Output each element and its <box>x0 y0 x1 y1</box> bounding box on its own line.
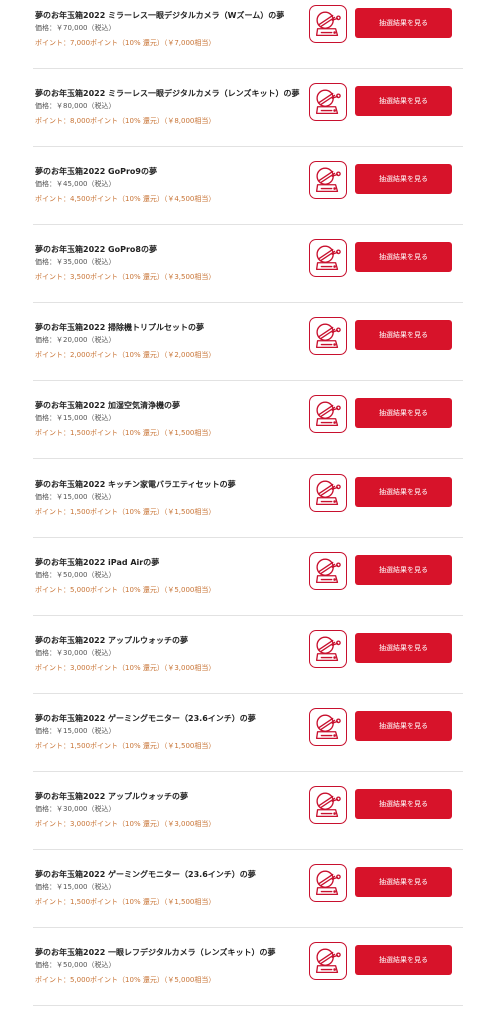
view-lottery-result-button[interactable]: 抽選結果を見る <box>355 320 452 350</box>
product-title: 夢のお年玉箱2022 GoPro8の夢 <box>35 245 157 254</box>
divider <box>33 146 463 147</box>
product-title: 夢のお年玉箱2022 一眼レフデジタルカメラ（レンズキット）の夢 <box>35 948 276 957</box>
view-lottery-result-button[interactable]: 抽選結果を見る <box>355 164 452 194</box>
divider <box>33 380 463 381</box>
lottery-machine-icon <box>309 239 347 277</box>
lottery-machine-icon <box>309 161 347 199</box>
lottery-machine-icon <box>309 864 347 902</box>
lottery-machine-icon <box>309 5 347 43</box>
product-price: 価格：￥15,000（税込） <box>35 414 116 422</box>
product-points: ポイント：1,500ポイント（10% 還元）（￥1,500相当） <box>35 898 216 906</box>
divider <box>33 693 463 694</box>
view-lottery-result-button[interactable]: 抽選結果を見る <box>355 555 452 585</box>
product-price: 価格：￥15,000（税込） <box>35 883 116 891</box>
divider <box>33 927 463 928</box>
product-points: ポイント：1,500ポイント（10% 還元）（￥1,500相当） <box>35 508 216 516</box>
product-title: 夢のお年玉箱2022 ミラーレス一眼デジタルカメラ（レンズキット）の夢 <box>35 89 300 98</box>
divider <box>33 537 463 538</box>
product-price: 価格：￥50,000（税込） <box>35 961 116 969</box>
product-title: 夢のお年玉箱2022 アップルウォッチの夢 <box>35 636 189 645</box>
product-price: 価格：￥15,000（税込） <box>35 493 116 501</box>
product-price: 価格：￥45,000（税込） <box>35 180 116 188</box>
lottery-machine-icon <box>309 630 347 668</box>
product-points: ポイント：3,000ポイント（10% 還元）（￥3,000相当） <box>35 664 216 672</box>
lottery-result-list: 夢のお年玉箱2022 ミラーレス一眼デジタルカメラ（Wズーム）の夢 価格：￥70… <box>0 0 494 1024</box>
product-title: 夢のお年玉箱2022 キッチン家電バラエティセットの夢 <box>35 480 236 489</box>
product-title: 夢のお年玉箱2022 iPad Airの夢 <box>35 558 160 567</box>
view-lottery-result-button[interactable]: 抽選結果を見る <box>355 86 452 116</box>
lottery-machine-icon <box>309 83 347 121</box>
view-lottery-result-button[interactable]: 抽選結果を見る <box>355 711 452 741</box>
product-price: 価格：￥50,000（税込） <box>35 571 116 579</box>
product-price: 価格：￥80,000（税込） <box>35 102 116 110</box>
product-price: 価格：￥35,000（税込） <box>35 258 116 266</box>
divider <box>33 615 463 616</box>
product-points: ポイント：4,500ポイント（10% 還元）（￥4,500相当） <box>35 195 216 203</box>
view-lottery-result-button[interactable]: 抽選結果を見る <box>355 867 452 897</box>
product-points: ポイント：8,000ポイント（10% 還元）（￥8,000相当） <box>35 117 216 125</box>
product-points: ポイント：7,000ポイント（10% 還元）（￥7,000相当） <box>35 39 216 47</box>
product-points: ポイント：5,000ポイント（10% 還元）（￥5,000相当） <box>35 586 216 594</box>
lottery-machine-icon <box>309 552 347 590</box>
product-title: 夢のお年玉箱2022 アップルウォッチの夢 <box>35 792 189 801</box>
view-lottery-result-button[interactable]: 抽選結果を見る <box>355 398 452 428</box>
product-title: 夢のお年玉箱2022 GoPro9の夢 <box>35 167 157 176</box>
divider <box>33 68 463 69</box>
divider <box>33 302 463 303</box>
lottery-machine-icon <box>309 708 347 746</box>
view-lottery-result-button[interactable]: 抽選結果を見る <box>355 789 452 819</box>
divider <box>33 224 463 225</box>
product-points: ポイント：5,000ポイント（10% 還元）（￥5,000相当） <box>35 976 216 984</box>
product-points: ポイント：3,500ポイント（10% 還元）（￥3,500相当） <box>35 273 216 281</box>
product-title: 夢のお年玉箱2022 ミラーレス一眼デジタルカメラ（Wズーム）の夢 <box>35 11 285 20</box>
view-lottery-result-button[interactable]: 抽選結果を見る <box>355 8 452 38</box>
lottery-machine-icon <box>309 395 347 433</box>
product-title: 夢のお年玉箱2022 ゲーミングモニター（23.6インチ）の夢 <box>35 870 256 879</box>
view-lottery-result-button[interactable]: 抽選結果を見る <box>355 477 452 507</box>
product-price: 価格：￥15,000（税込） <box>35 727 116 735</box>
product-points: ポイント：2,000ポイント（10% 還元）（￥2,000相当） <box>35 351 216 359</box>
product-price: 価格：￥70,000（税込） <box>35 24 116 32</box>
view-lottery-result-button[interactable]: 抽選結果を見る <box>355 945 452 975</box>
product-price: 価格：￥20,000（税込） <box>35 336 116 344</box>
lottery-machine-icon <box>309 474 347 512</box>
view-lottery-result-button[interactable]: 抽選結果を見る <box>355 242 452 272</box>
divider <box>33 849 463 850</box>
lottery-machine-icon <box>309 317 347 355</box>
divider <box>33 1005 463 1006</box>
product-points: ポイント：1,500ポイント（10% 還元）（￥1,500相当） <box>35 429 216 437</box>
product-points: ポイント：3,000ポイント（10% 還元）（￥3,000相当） <box>35 820 216 828</box>
product-title: 夢のお年玉箱2022 掃除機トリプルセットの夢 <box>35 323 205 332</box>
divider <box>33 458 463 459</box>
divider <box>33 771 463 772</box>
product-title: 夢のお年玉箱2022 加湿空気清浄機の夢 <box>35 401 181 410</box>
product-price: 価格：￥30,000（税込） <box>35 649 116 657</box>
product-points: ポイント：1,500ポイント（10% 還元）（￥1,500相当） <box>35 742 216 750</box>
lottery-machine-icon <box>309 786 347 824</box>
product-title: 夢のお年玉箱2022 ゲーミングモニター（23.6インチ）の夢 <box>35 714 256 723</box>
lottery-machine-icon <box>309 942 347 980</box>
view-lottery-result-button[interactable]: 抽選結果を見る <box>355 633 452 663</box>
product-price: 価格：￥30,000（税込） <box>35 805 116 813</box>
